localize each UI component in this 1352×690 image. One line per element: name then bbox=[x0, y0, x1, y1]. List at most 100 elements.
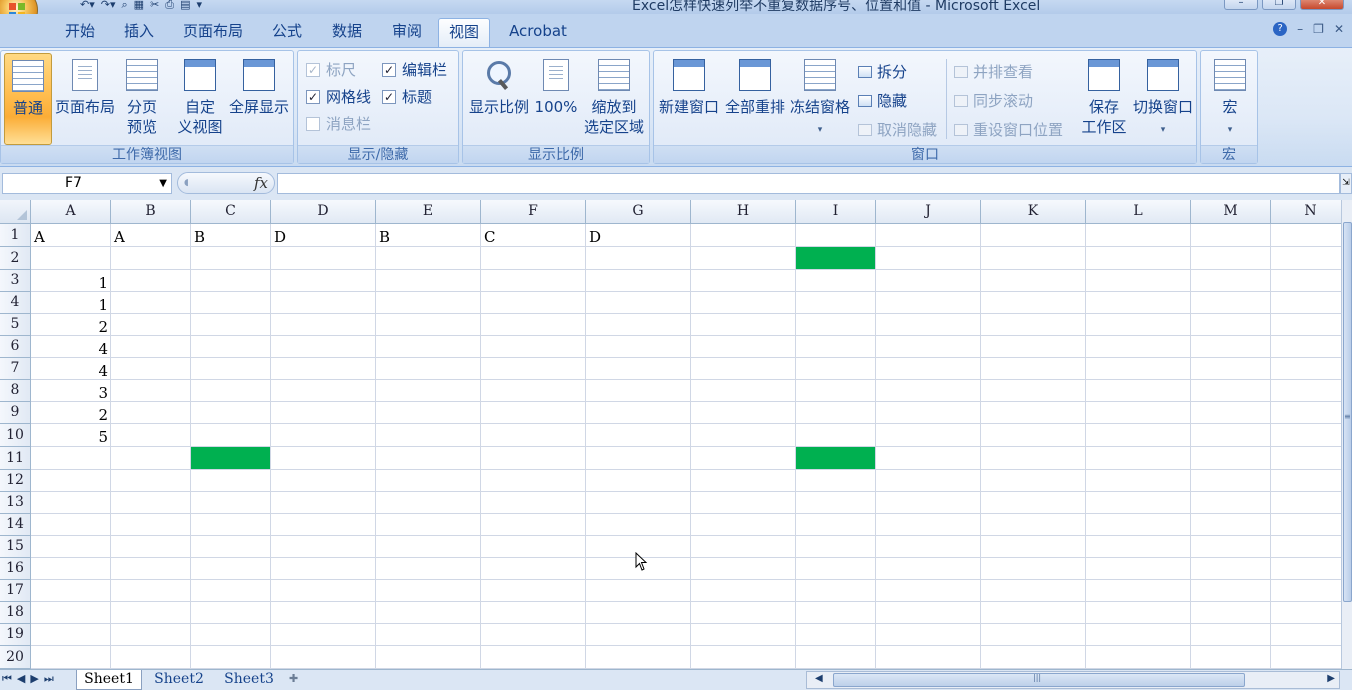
column-header-i[interactable]: I bbox=[796, 200, 876, 224]
row-header-13[interactable]: 13 bbox=[0, 492, 31, 514]
scroll-left-icon[interactable]: ◀ bbox=[815, 673, 823, 684]
cell-c1[interactable]: B bbox=[191, 224, 271, 247]
hide-window-button[interactable]: 隐藏 bbox=[858, 90, 907, 111]
column-header-j[interactable]: J bbox=[876, 200, 981, 224]
name-box[interactable]: F7 ▼ bbox=[2, 173, 172, 194]
borders-icon[interactable]: ▦ bbox=[134, 0, 144, 10]
office-button[interactable] bbox=[0, 0, 38, 14]
sheet-tab[interactable]: Sheet1 bbox=[76, 670, 142, 690]
cell-d1[interactable]: D bbox=[271, 224, 376, 247]
tab-data[interactable]: 数据 bbox=[320, 18, 374, 47]
split-button[interactable]: 拆分 bbox=[858, 61, 907, 82]
resize-handle-icon[interactable]: ◖ bbox=[184, 178, 189, 188]
column-header-b[interactable]: B bbox=[111, 200, 191, 224]
cell-a3[interactable]: 1 bbox=[31, 270, 111, 292]
new-window-button[interactable]: 新建窗口 bbox=[657, 53, 721, 145]
column-header-a[interactable]: A bbox=[31, 200, 111, 224]
tab-page-layout[interactable]: 页面布局 bbox=[172, 18, 254, 47]
column-header-d[interactable]: D bbox=[271, 200, 376, 224]
tab-acrobat[interactable]: Acrobat bbox=[500, 18, 576, 47]
ribbon-close-icon[interactable]: ✕ bbox=[1334, 22, 1344, 36]
first-sheet-icon[interactable]: ⏮ bbox=[2, 672, 12, 686]
format-painter-icon[interactable]: ✂ bbox=[150, 0, 159, 10]
column-header-g[interactable]: G bbox=[586, 200, 691, 224]
row-header-20[interactable]: 20 bbox=[0, 646, 31, 669]
redo-icon[interactable]: ↷▾ bbox=[101, 0, 116, 10]
next-sheet-icon[interactable]: ▶ bbox=[30, 672, 38, 686]
gridlines-checkbox[interactable]: ✓ 网格线 bbox=[306, 86, 371, 107]
column-header-c[interactable]: C bbox=[191, 200, 271, 224]
tab-view[interactable]: 视图 bbox=[438, 18, 490, 47]
column-header-k[interactable]: K bbox=[981, 200, 1086, 224]
row-header-5[interactable]: 5 bbox=[0, 314, 31, 336]
row-header-3[interactable]: 3 bbox=[0, 270, 31, 292]
page-layout-view-button[interactable]: 页面布局 bbox=[53, 53, 117, 145]
restore-icon[interactable]: ❐ bbox=[1262, 0, 1296, 10]
normal-view-button[interactable]: 普通 bbox=[4, 53, 52, 145]
cell-e1[interactable]: B bbox=[376, 224, 481, 247]
sheet-tab[interactable]: Sheet3 bbox=[218, 670, 280, 690]
arrange-all-button[interactable]: 全部重排 bbox=[723, 53, 787, 145]
row-header-9[interactable]: 9 bbox=[0, 402, 31, 424]
tab-home[interactable]: 开始 bbox=[52, 18, 108, 47]
cell-a10[interactable]: 5 bbox=[31, 424, 111, 447]
cell-f1[interactable]: C bbox=[481, 224, 586, 247]
switch-windows-button[interactable]: 切换窗口 ▾ bbox=[1130, 53, 1196, 145]
page-break-preview-button[interactable]: 分页 预览 bbox=[121, 53, 163, 145]
vertical-scrollbar[interactable]: ≡ bbox=[1341, 200, 1352, 669]
tab-formulas[interactable]: 公式 bbox=[260, 18, 314, 47]
minimize-icon[interactable]: – bbox=[1224, 0, 1258, 10]
cell-a4[interactable]: 1 bbox=[31, 292, 111, 314]
cell-a8[interactable]: 3 bbox=[31, 380, 111, 402]
row-header-8[interactable]: 8 bbox=[0, 380, 31, 402]
formula-input[interactable] bbox=[277, 173, 1340, 194]
cell-a9[interactable]: 2 bbox=[31, 402, 111, 424]
help-icon[interactable]: ? bbox=[1273, 22, 1288, 36]
ribbon-minimize-icon[interactable]: – bbox=[1297, 22, 1303, 36]
row-header-10[interactable]: 10 bbox=[0, 424, 31, 447]
column-header-h[interactable]: H bbox=[691, 200, 796, 224]
print-preview-icon[interactable]: ⌕ bbox=[122, 0, 128, 10]
row-header-7[interactable]: 7 bbox=[0, 358, 31, 380]
scroll-right-icon[interactable]: ▶ bbox=[1327, 673, 1335, 684]
row-header-17[interactable]: 17 bbox=[0, 580, 31, 602]
expand-formula-bar-icon[interactable]: ⇲ bbox=[1340, 173, 1352, 194]
zoom-button[interactable]: 显示比例 bbox=[467, 53, 531, 145]
cell-a1[interactable]: A bbox=[31, 224, 111, 247]
insert-function-icon[interactable]: fx bbox=[254, 174, 268, 192]
tab-insert[interactable]: 插入 bbox=[112, 18, 166, 47]
unhide-window-button[interactable]: 取消隐藏 bbox=[858, 119, 937, 140]
cell-a6[interactable]: 4 bbox=[31, 336, 111, 358]
row-header-11[interactable]: 11 bbox=[0, 447, 31, 470]
cell-g1[interactable]: D bbox=[586, 224, 691, 247]
cell-b1[interactable]: A bbox=[111, 224, 191, 247]
undo-icon[interactable]: ↶▾ bbox=[80, 0, 95, 10]
row-header-15[interactable]: 15 bbox=[0, 536, 31, 558]
sheet-tab[interactable]: Sheet2 bbox=[148, 670, 210, 690]
row-header-2[interactable]: 2 bbox=[0, 247, 31, 270]
worksheet-grid[interactable]: ABCDEFGHIJKLMN 1 2 3 4 5 6 7 8 9 10 11 12 13 14 15 16 17… bbox=[0, 200, 1341, 669]
macros-button[interactable]: 宏 ▾ bbox=[1205, 53, 1255, 145]
save-workspace-button[interactable]: 保存 工作区 bbox=[1076, 53, 1132, 145]
customize-qat-icon[interactable]: ▾ bbox=[197, 0, 203, 10]
cell-a7[interactable]: 4 bbox=[31, 358, 111, 380]
zoom-to-selection-button[interactable]: 缩放到 选定区域 bbox=[581, 53, 647, 145]
ruler-checkbox[interactable]: ✓ 标尺 bbox=[306, 59, 356, 80]
custom-views-button[interactable]: 自定 义视图 bbox=[175, 53, 225, 145]
row-header-19[interactable]: 19 bbox=[0, 624, 31, 646]
freeze-panes-button[interactable]: 冻结窗格 ▾ bbox=[788, 53, 852, 145]
tab-review[interactable]: 审阅 bbox=[380, 18, 434, 47]
chevron-down-icon[interactable]: ▼ bbox=[159, 174, 167, 193]
row-header-14[interactable]: 14 bbox=[0, 514, 31, 536]
view-side-by-side-button[interactable]: 并排查看 bbox=[954, 61, 1033, 82]
cell-a5[interactable]: 2 bbox=[31, 314, 111, 336]
headings-checkbox[interactable]: ✓ 标题 bbox=[382, 86, 432, 107]
horizontal-scrollbar[interactable]: ◀ ||| ▶ bbox=[806, 671, 1340, 689]
row-header-1[interactable]: 1 bbox=[0, 224, 31, 247]
select-all-corner[interactable] bbox=[0, 200, 31, 224]
column-header-n[interactable]: N bbox=[1271, 200, 1341, 224]
close-icon[interactable]: ✕ bbox=[1300, 0, 1344, 10]
full-screen-button[interactable]: 全屏显示 bbox=[227, 53, 291, 145]
reset-position-button[interactable]: 重设窗口位置 bbox=[954, 119, 1063, 140]
print-icon[interactable]: ⎙ bbox=[165, 0, 174, 10]
